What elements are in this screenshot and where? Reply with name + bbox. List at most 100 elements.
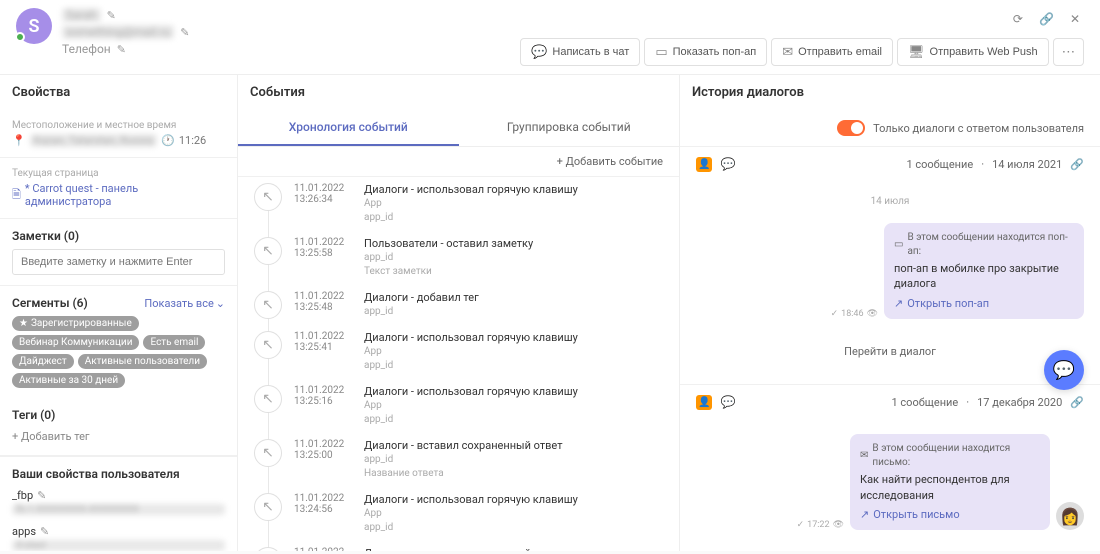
notes-title: Заметки (0) bbox=[12, 229, 225, 243]
event-meta: app_idТекст заметки bbox=[364, 251, 663, 279]
send-push-button[interactable]: 🖥Отправить Web Push bbox=[897, 38, 1049, 66]
event-title: Пользователи - оставил заметку bbox=[364, 237, 663, 250]
custom-prop-value: fb.1.XXXXXXXX.XXXXXXXX bbox=[12, 504, 225, 515]
bell-icon: 🖥 bbox=[908, 44, 925, 60]
file-icon: 🗎 bbox=[12, 186, 21, 205]
event-row[interactable]: ↖11.01.202213:23:56Диалоги - вставил сох… bbox=[254, 541, 663, 551]
event-row[interactable]: ↖11.01.202213:26:34Диалоги - использовал… bbox=[254, 177, 663, 231]
message-bubble[interactable]: ▭ В этом сообщении находится поп-ап:поп-… bbox=[884, 223, 1084, 319]
link-icon[interactable]: 🔗 bbox=[1035, 8, 1058, 30]
segment-badge[interactable]: Дайджест bbox=[12, 354, 74, 369]
chat-bubble-icon: 💬 bbox=[720, 395, 735, 410]
message-bubble[interactable]: ✉ В этом сообщении находится письмо:Как … bbox=[850, 434, 1050, 530]
segment-badge[interactable]: Есть email bbox=[143, 335, 205, 350]
add-tag-button[interactable]: + Добавить тег bbox=[12, 428, 225, 445]
note-input[interactable] bbox=[12, 249, 225, 275]
event-row[interactable]: ↖ 11.01.202213:24:56 Диалоги - использовал… bbox=[254, 487, 663, 541]
event-row[interactable]: ↖11.01.202213:25:16Диалоги - использовал… bbox=[254, 379, 663, 433]
event-title: Диалоги - использовал горячую клавишу bbox=[364, 493, 663, 506]
edit-phone-icon[interactable]: ✎ bbox=[117, 43, 126, 56]
edit-prop-icon[interactable]: ✎ bbox=[37, 489, 46, 502]
open-icon: ↗ bbox=[860, 507, 869, 522]
show-all-segments-link[interactable]: Показать все ⌄ bbox=[144, 297, 225, 310]
open-icon: ↗ bbox=[894, 296, 903, 311]
chat-bubble-icon: 💬 bbox=[720, 157, 735, 172]
message-action-link[interactable]: ↗ Открыть поп-ап bbox=[894, 296, 1074, 311]
event-time: 11.01.202213:24:56 bbox=[294, 493, 352, 535]
edit-email-icon[interactable]: ✎ bbox=[180, 26, 189, 39]
eye-icon: 👁 bbox=[867, 309, 878, 319]
popup-icon: ▭ bbox=[894, 238, 903, 252]
filter-toggle[interactable] bbox=[837, 120, 865, 136]
chat-fab-button[interactable]: 💬 bbox=[1044, 350, 1084, 390]
dialog-block: 👤💬1 сообщение · 14 июля 2021🔗14 июля✓ 18… bbox=[680, 146, 1100, 384]
dialogs-title: История диалогов bbox=[680, 75, 1100, 110]
phone-label: Телефон bbox=[62, 42, 111, 56]
message-body: поп-ап в мобилке про закрытие диалога bbox=[894, 261, 1074, 292]
event-time: 11.01.202213:25:00 bbox=[294, 439, 352, 481]
event-row[interactable]: ↖ 11.01.202213:25:00 Диалоги - вставил сох… bbox=[254, 433, 663, 487]
event-time: 11.01.202213:25:41 bbox=[294, 331, 352, 373]
dialog-day-separator: 14 июля bbox=[696, 196, 1084, 207]
time-value: 11:26 bbox=[179, 134, 206, 147]
events-title: События bbox=[238, 75, 679, 110]
cursor-icon: ↖ bbox=[254, 493, 282, 521]
location-value: Kazan, Tatarstan, Russia bbox=[30, 134, 157, 147]
message-time: ✓ 17:22 👁 bbox=[797, 520, 844, 530]
message-action-link[interactable]: ↗ Открыть письмо bbox=[860, 507, 1040, 522]
segment-badge[interactable]: Активные за 30 дней bbox=[12, 373, 125, 388]
show-popup-label: Показать поп-ап bbox=[673, 46, 757, 58]
mail-icon: ✉ bbox=[860, 449, 868, 463]
send-email-button[interactable]: ✉Отправить email bbox=[771, 38, 893, 66]
dialog-link-icon[interactable]: 🔗 bbox=[1070, 396, 1084, 409]
event-title: Диалоги - добавил тег bbox=[364, 291, 663, 304]
event-row[interactable]: ↖11.01.202213:25:41Диалоги - использовал… bbox=[254, 325, 663, 379]
more-button[interactable]: ⋯ bbox=[1053, 38, 1084, 66]
segment-badge[interactable]: Вебинар Коммуникации bbox=[12, 335, 139, 350]
dialog-block: 👤💬1 сообщение · 17 декабря 2020🔗✓ 17:22 … bbox=[680, 384, 1100, 550]
avatar-letter: S bbox=[29, 16, 40, 37]
goto-dialog-link[interactable]: Перейти в диалог bbox=[696, 329, 1084, 374]
edit-name-icon[interactable]: ✎ bbox=[107, 9, 116, 22]
tags-title: Теги (0) bbox=[12, 408, 225, 422]
edit-prop-icon[interactable]: ✎ bbox=[40, 525, 49, 538]
event-row[interactable]: ↖ 11.01.202213:25:48 Диалоги - добавил тег… bbox=[254, 285, 663, 325]
cursor-icon: ↖ bbox=[254, 183, 282, 211]
segment-badge[interactable]: Активные пользователи bbox=[78, 354, 207, 369]
event-title: Диалоги - вставил сохраненный ответ bbox=[364, 439, 663, 452]
event-meta: app_id bbox=[364, 305, 663, 319]
user-avatar[interactable]: S bbox=[16, 8, 52, 44]
show-popup-button[interactable]: ▭ Показать поп-ап bbox=[644, 38, 767, 66]
cursor-icon: ↖ bbox=[254, 439, 282, 467]
message-time: ✓ 18:46 👁 bbox=[831, 309, 878, 319]
header: S Sarah✎ something@mail.ru✎ Телефон✎ ⟳ 🔗… bbox=[0, 0, 1100, 75]
add-event-button[interactable]: + Добавить событие bbox=[238, 147, 679, 177]
dialog-date: 14 июля 2021 bbox=[992, 158, 1062, 171]
cursor-icon: ↖ bbox=[254, 291, 282, 319]
user-email-blurred: something@mail.ru bbox=[62, 25, 174, 39]
write-chat-label: Написать в чат bbox=[552, 46, 629, 58]
show-all-label: Показать все bbox=[144, 297, 213, 310]
refresh-icon[interactable]: ⟳ bbox=[1009, 8, 1027, 30]
status-online-icon bbox=[15, 32, 25, 42]
properties-title: Свойства bbox=[0, 75, 237, 110]
cursor-icon: ↖ bbox=[254, 547, 282, 551]
tab-grouped[interactable]: Группировка событий bbox=[459, 110, 680, 146]
message-body: Как найти респондентов для исследования bbox=[860, 472, 1040, 503]
dialog-count: 1 сообщение bbox=[892, 396, 959, 409]
custom-props-title: Ваши свойства пользователя bbox=[12, 467, 225, 481]
event-title: Диалоги - использовал горячую клавишу bbox=[364, 331, 663, 344]
pin-icon: 📍 bbox=[12, 134, 26, 147]
current-page-link[interactable]: * Carrot quest - панель администратора bbox=[25, 182, 225, 208]
dialog-link-icon[interactable]: 🔗 bbox=[1070, 158, 1084, 171]
event-row[interactable]: ↖11.01.202213:25:58Пользователи - остави… bbox=[254, 231, 663, 285]
sender-avatar[interactable]: 👩 bbox=[1056, 502, 1084, 530]
segment-badge[interactable]: Зарегистрированные bbox=[12, 316, 139, 331]
write-chat-button[interactable]: 💬 Написать в чат bbox=[520, 38, 640, 66]
tab-timeline[interactable]: Хронология событий bbox=[238, 110, 459, 146]
dialog-count: 1 сообщение bbox=[906, 158, 973, 171]
chat-icon: 💬 bbox=[531, 44, 547, 60]
event-time: 11.01.202213:25:48 bbox=[294, 291, 352, 319]
popup-icon: ▭ bbox=[655, 44, 667, 60]
close-icon[interactable]: ✕ bbox=[1066, 8, 1084, 30]
